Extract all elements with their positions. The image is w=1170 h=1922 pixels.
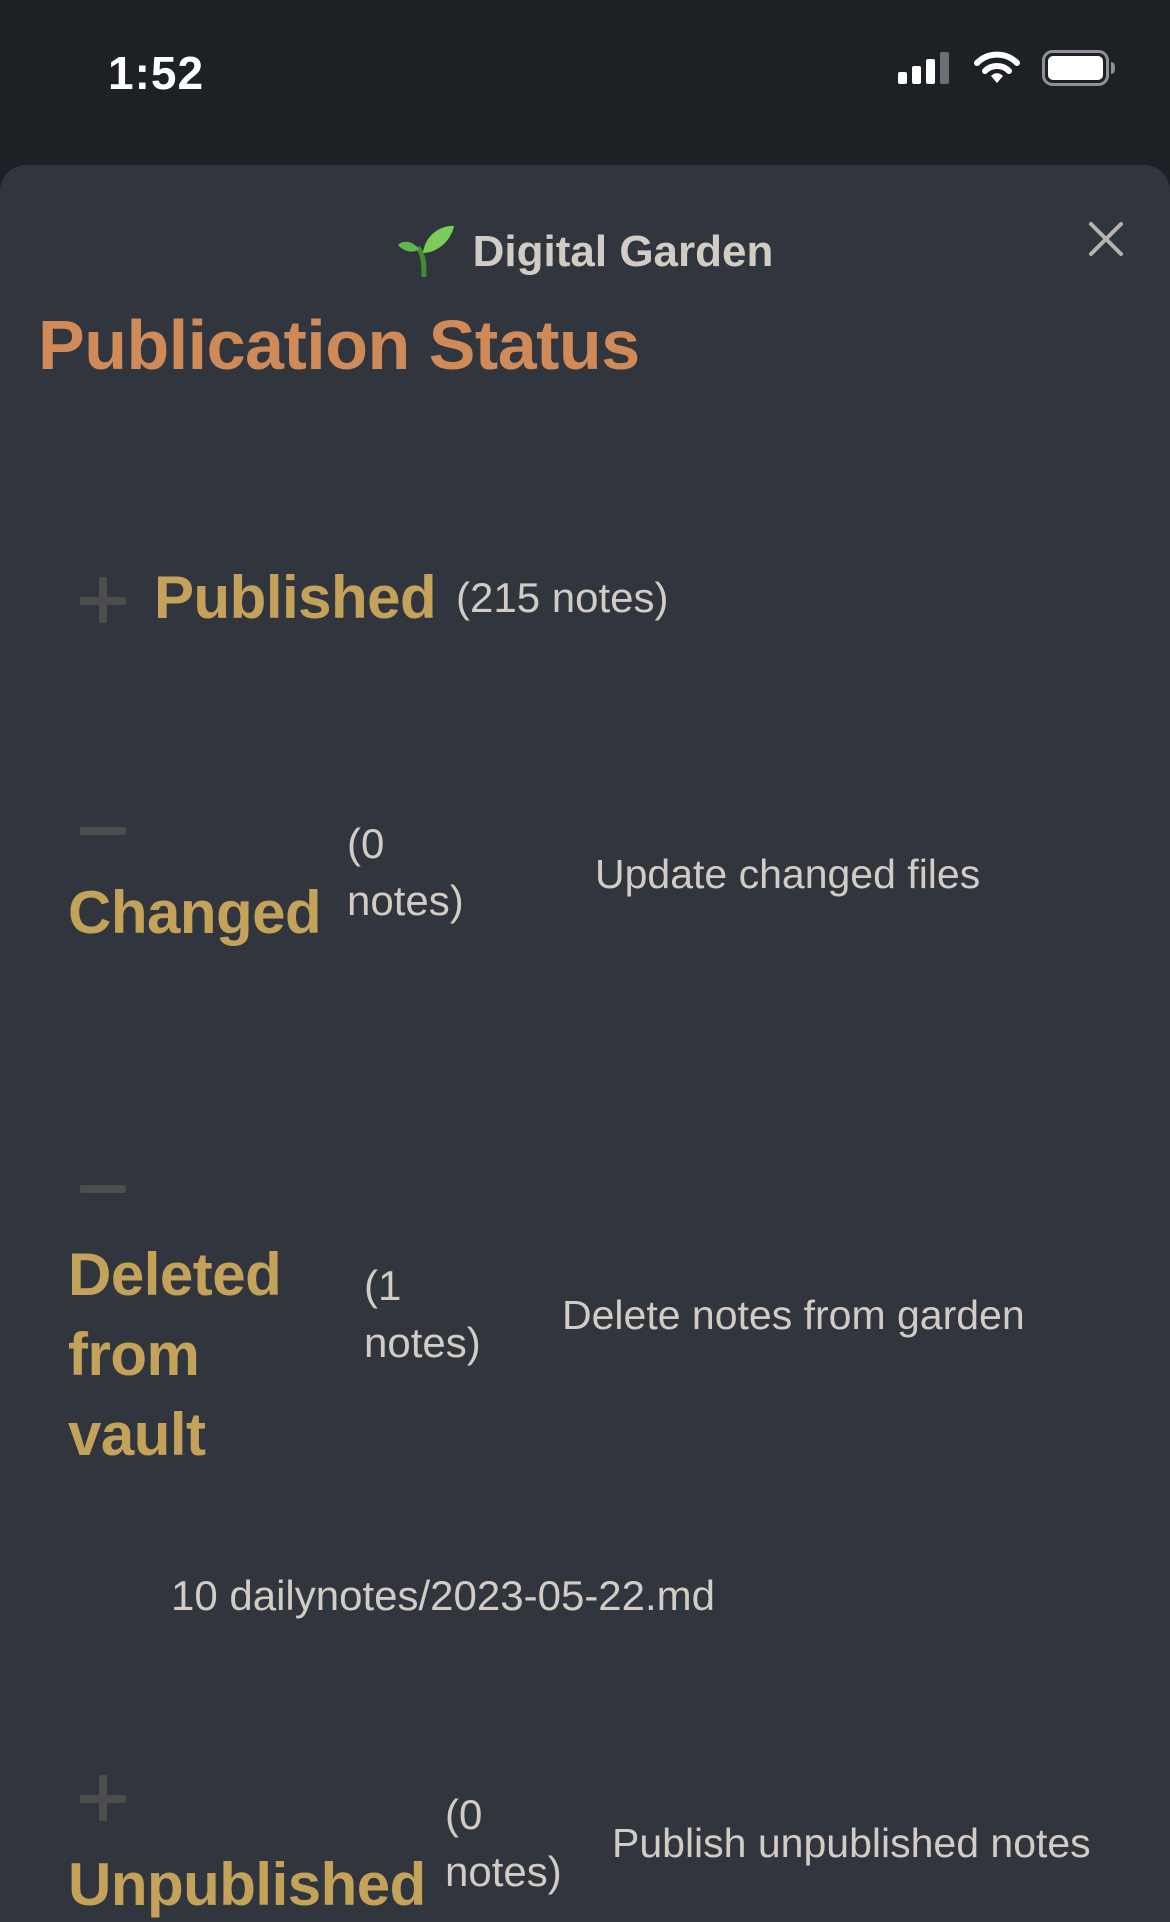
status-time: 1:52 [108,47,205,99]
status-bar: 1:52 [0,0,1170,160]
expand-toggle-published[interactable] [76,573,130,627]
update-changed-files-button[interactable]: Update changed files [595,846,980,902]
section-count-deleted-line1: (1 [364,1262,402,1309]
section-label-published: Published [154,564,437,631]
section-label-deleted-line3: vault [68,1401,206,1468]
collapse-toggle-deleted[interactable] [76,1161,130,1215]
section-label-deleted-line1: Deleted [68,1241,282,1308]
close-icon [1089,222,1123,256]
section-label-changed: Changed [68,879,322,946]
section-label-unpublished: Unpublished [68,1851,426,1918]
close-button[interactable] [1080,213,1132,265]
section-label-deleted-line2: from [68,1321,200,1388]
section-count-changed-line1: (0 [347,820,385,867]
section-count-deleted-line2: notes) [364,1319,481,1366]
collapse-toggle-changed[interactable] [76,803,130,857]
cellular-signal-icon [898,52,952,89]
page-title: Publication Status [38,306,640,384]
section-count-unpublished-line1: (0 [445,1791,483,1838]
deleted-file-item[interactable]: 10 dailynotes/2023-05-22.md [171,1568,715,1624]
section-count-unpublished-line2: notes) [445,1848,562,1895]
battery-icon [1042,50,1116,91]
modal-header: Digital Garden [0,217,1170,287]
delete-notes-from-garden-button[interactable]: Delete notes from garden [562,1287,1025,1343]
wifi-icon [974,51,1020,90]
section-count-changed-line2: notes) [347,877,464,924]
publish-unpublished-notes-button[interactable]: Publish unpublished notes [612,1815,1091,1871]
modal-sheet: Digital Garden Publication Status Publis… [0,165,1170,1922]
expand-toggle-unpublished[interactable] [76,1771,130,1825]
section-count-published: (215 notes) [456,574,669,621]
status-icons [898,50,1116,91]
seedling-icon [397,223,455,282]
modal-title: Digital Garden [472,227,774,276]
